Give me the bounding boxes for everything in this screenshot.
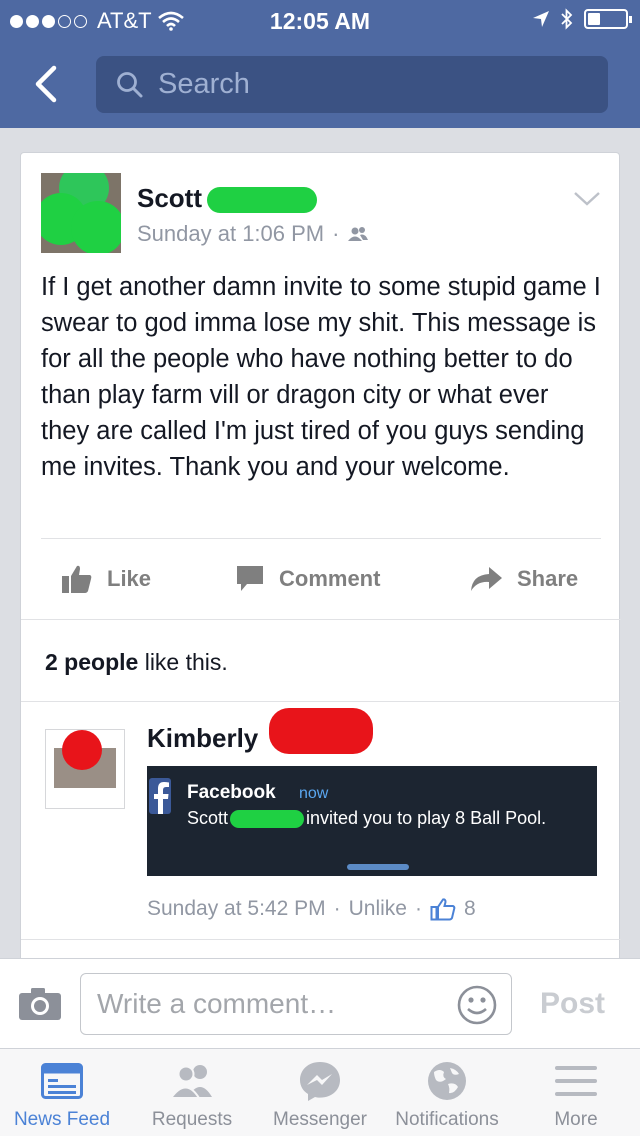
thumbs-up-icon <box>62 565 92 593</box>
post-author[interactable]: Scott <box>137 183 202 214</box>
status-right <box>532 8 632 30</box>
name-redaction <box>269 708 373 754</box>
divider <box>21 701 621 702</box>
likes-summary[interactable]: 2 people like this. <box>45 649 228 676</box>
search-icon <box>117 71 143 97</box>
divider <box>21 619 621 620</box>
post-meta: Sunday at 1:06 PM · <box>137 221 369 247</box>
post-button[interactable]: Post <box>540 987 605 1021</box>
comment-composer: Write a comment… Post <box>0 958 640 1048</box>
notification-time: now <box>299 785 329 802</box>
friends-audience-icon <box>348 227 369 241</box>
notification-app: Facebook <box>187 782 276 803</box>
like-button[interactable]: Like <box>61 549 151 609</box>
bluetooth-icon <box>561 8 573 30</box>
search-placeholder: Search <box>158 68 250 100</box>
author-avatar[interactable] <box>41 173 121 253</box>
camera-icon[interactable] <box>18 987 62 1021</box>
messenger-icon <box>300 1062 340 1101</box>
chevron-down-icon[interactable] <box>573 191 601 207</box>
comment-bubble-icon <box>237 566 263 591</box>
comment-author[interactable]: Kimberly <box>147 723 258 754</box>
back-arrow-icon[interactable] <box>28 64 68 104</box>
comment-like-count[interactable]: 8 <box>464 897 476 921</box>
menu-icon <box>555 1066 597 1096</box>
divider <box>21 939 621 940</box>
thumbs-up-outline-icon <box>430 898 456 921</box>
status-bar: AT&T 12:05 AM <box>0 0 640 40</box>
post-card: Scott Sunday at 1:06 PM · If I get anoth… <box>20 152 621 972</box>
share-arrow-icon <box>471 567 502 591</box>
comment-screenshot: Facebook now Scott invited you to play 8 … <box>147 766 597 876</box>
name-redaction <box>230 810 305 829</box>
comment-timestamp: Sunday at 5:42 PM <box>147 897 326 920</box>
post-text: If I get another damn invite to some stu… <box>41 273 601 481</box>
divider <box>41 538 601 539</box>
post-timestamp[interactable]: Sunday at 1:06 PM <box>137 221 324 247</box>
news-feed-icon <box>41 1063 83 1099</box>
comment-input[interactable]: Write a comment… <box>80 973 512 1035</box>
tab-bar: News Feed Requests Messenger Notificatio… <box>0 1048 640 1136</box>
tab-messenger[interactable]: Messenger <box>262 1049 378 1136</box>
globe-icon <box>428 1062 466 1100</box>
emoji-icon[interactable] <box>457 985 497 1025</box>
tab-news-feed[interactable]: News Feed <box>0 1049 124 1136</box>
name-redaction <box>207 187 317 213</box>
commenter-avatar[interactable] <box>45 729 125 809</box>
tab-requests[interactable]: Requests <box>132 1049 252 1136</box>
unlike-link[interactable]: Unlike <box>349 897 407 921</box>
tab-more[interactable]: More <box>516 1049 636 1136</box>
meta-separator: · <box>332 221 340 246</box>
comment-meta: Sunday at 5:42 PM · Unlike · 8 <box>147 897 476 921</box>
notification-handle <box>347 864 409 870</box>
post-actions: Like Comment Share <box>21 549 621 609</box>
friend-requests-icon <box>169 1065 212 1099</box>
share-button[interactable]: Share <box>469 549 578 609</box>
facebook-logo-icon <box>149 778 171 814</box>
location-icon <box>533 11 549 27</box>
comment-button[interactable]: Comment <box>235 549 380 609</box>
search-input[interactable]: Search <box>96 56 608 113</box>
notification-message: Scott invited you to play 8 Ball Pool. <box>187 808 547 829</box>
top-bar: AT&T 12:05 AM Search <box>0 0 640 128</box>
battery-icon <box>584 9 632 29</box>
tab-notifications[interactable]: Notifications <box>384 1049 510 1136</box>
